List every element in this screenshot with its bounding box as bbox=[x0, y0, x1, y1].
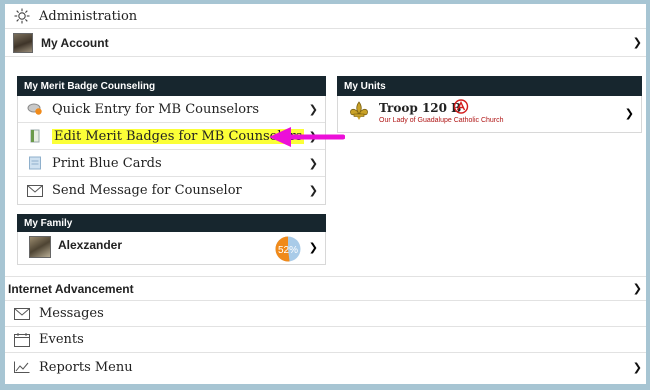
chevron-right-icon: ❯ bbox=[632, 282, 642, 295]
chevron-right-icon: ❯ bbox=[308, 241, 318, 254]
units-panel: Troop 120 B Our Lady of Guadalupe Cathol… bbox=[337, 96, 642, 133]
bsa-emblem-icon bbox=[453, 99, 469, 119]
envelope-icon bbox=[13, 307, 31, 321]
unit-sub-label: Our Lady of Guadalupe Catholic Church bbox=[379, 117, 504, 124]
reports-menu-item[interactable]: Reports Menu ❯ bbox=[5, 353, 646, 381]
chevron-right-icon: ❯ bbox=[624, 107, 634, 120]
chevron-right-icon: ❯ bbox=[308, 184, 318, 197]
progress-ring: 52% bbox=[273, 235, 303, 268]
avatar bbox=[13, 32, 33, 53]
chevron-right-icon: ❯ bbox=[308, 156, 318, 170]
avatar bbox=[29, 236, 51, 258]
internet-advancement-menu-item[interactable]: Internet Advancement ❯ bbox=[5, 276, 646, 301]
merit-badge-icon bbox=[26, 102, 44, 116]
unit-name: Troop 120 B bbox=[379, 101, 462, 115]
send-message-label: Send Message for Counselor bbox=[52, 183, 242, 198]
administration-menu-item[interactable]: Administration bbox=[5, 4, 646, 29]
card-icon bbox=[26, 156, 44, 170]
calendar-icon bbox=[13, 332, 31, 347]
send-message-counselor-item[interactable]: Send Message for Counselor ❯ bbox=[18, 177, 325, 204]
family-panel: Alexzander 52% ❯ bbox=[17, 232, 326, 265]
main-frame: Administration My Account ❯ My Merit Bad… bbox=[5, 4, 646, 384]
reports-menu-label: Reports Menu bbox=[39, 359, 133, 375]
chart-line-icon bbox=[13, 360, 31, 374]
internet-advancement-label: Internet Advancement bbox=[8, 281, 134, 296]
quick-entry-label: Quick Entry for MB Counselors bbox=[52, 101, 259, 117]
events-label: Events bbox=[39, 332, 84, 347]
events-menu-item[interactable]: Events bbox=[5, 327, 646, 353]
fleur-de-lis-icon bbox=[348, 101, 370, 126]
my-account-menu-item[interactable]: My Account ❯ bbox=[5, 29, 646, 57]
mb-panel-header: My Merit Badge Counseling bbox=[17, 76, 326, 96]
progress-label: 52% bbox=[278, 245, 298, 256]
administration-label: Administration bbox=[39, 8, 138, 24]
my-account-label: My Account bbox=[41, 35, 109, 50]
quick-entry-mb-item[interactable]: Quick Entry for MB Counselors ❯ bbox=[18, 96, 325, 123]
print-blue-cards-label: Print Blue Cards bbox=[52, 155, 162, 171]
annotation-arrow bbox=[269, 127, 345, 147]
gear-icon bbox=[13, 8, 31, 24]
chevron-right-icon: ❯ bbox=[308, 102, 318, 116]
family-member-item[interactable]: Alexzander 52% ❯ bbox=[18, 232, 325, 265]
units-panel-header: My Units bbox=[337, 76, 642, 96]
chevron-right-icon: ❯ bbox=[632, 36, 642, 49]
envelope-icon bbox=[26, 184, 44, 198]
mb-panel: Quick Entry for MB Counselors ❯ Edit Mer… bbox=[17, 96, 326, 205]
messages-menu-item[interactable]: Messages bbox=[5, 301, 646, 327]
family-panel-header: My Family bbox=[17, 214, 326, 232]
badge-sash-icon bbox=[26, 129, 44, 143]
messages-label: Messages bbox=[39, 306, 104, 321]
chevron-right-icon: ❯ bbox=[632, 360, 642, 374]
member-name: Alexzander bbox=[58, 238, 123, 252]
print-blue-cards-item[interactable]: Print Blue Cards ❯ bbox=[18, 150, 325, 177]
unit-item[interactable]: Troop 120 B Our Lady of Guadalupe Cathol… bbox=[338, 96, 641, 133]
